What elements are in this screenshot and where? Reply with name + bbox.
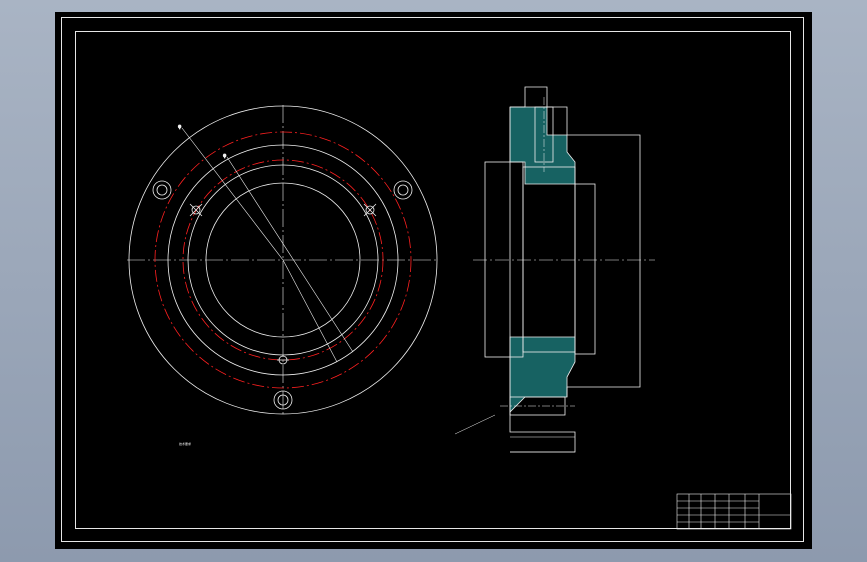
drawing-canvas: φ φ (127, 86, 792, 530)
title-block (676, 493, 792, 530)
tap-hole-left (189, 203, 203, 217)
leader-diag-3 (282, 259, 338, 363)
cad-viewport[interactable]: φ φ 技术要求 (55, 12, 812, 549)
inner-step (484, 161, 524, 358)
bore-outline (522, 166, 576, 353)
bolt-hole-right (393, 180, 413, 200)
leader-line (454, 414, 496, 435)
leader-diag-1 (181, 127, 284, 261)
title-block-frame (676, 493, 792, 530)
section-view (454, 86, 655, 453)
notes-title: 技术要求 (179, 442, 192, 446)
shaft-shoulder (574, 183, 596, 355)
dim-phi-outer: φ (178, 124, 182, 130)
tap-hole-right (363, 203, 377, 217)
bolt-hole-left (152, 180, 172, 200)
section-profile-upper (509, 106, 576, 185)
tap-hole-bottom (277, 355, 289, 365)
dim-phi-inner: φ (223, 153, 227, 159)
leader-diag-2 (226, 156, 354, 353)
front-view: φ φ (127, 105, 438, 415)
